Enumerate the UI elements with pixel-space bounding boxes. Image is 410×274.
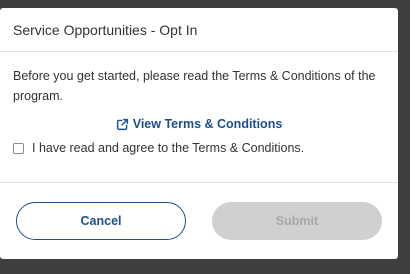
modal-title: Service Opportunities - Opt In [13,21,198,38]
external-link-icon [116,118,129,131]
agree-label: I have read and agree to the Terms & Con… [32,141,305,155]
opt-in-modal: Service Opportunities - Opt In Before yo… [0,8,398,259]
intro-text: Before you get started, please read the … [13,69,376,103]
view-terms-label: View Terms & Conditions [132,117,283,131]
agree-checkbox[interactable] [13,142,24,154]
submit-button[interactable]: Submit [212,202,382,240]
modal-footer: Cancel Submit [0,182,398,259]
modal-header: Service Opportunities - Opt In [0,8,398,52]
view-terms-link[interactable]: View Terms & Conditions [13,117,385,131]
cancel-button[interactable]: Cancel [16,202,186,240]
agree-row: I have read and agree to the Terms & Con… [13,141,385,155]
modal-body: Before you get started, please read the … [0,52,398,155]
